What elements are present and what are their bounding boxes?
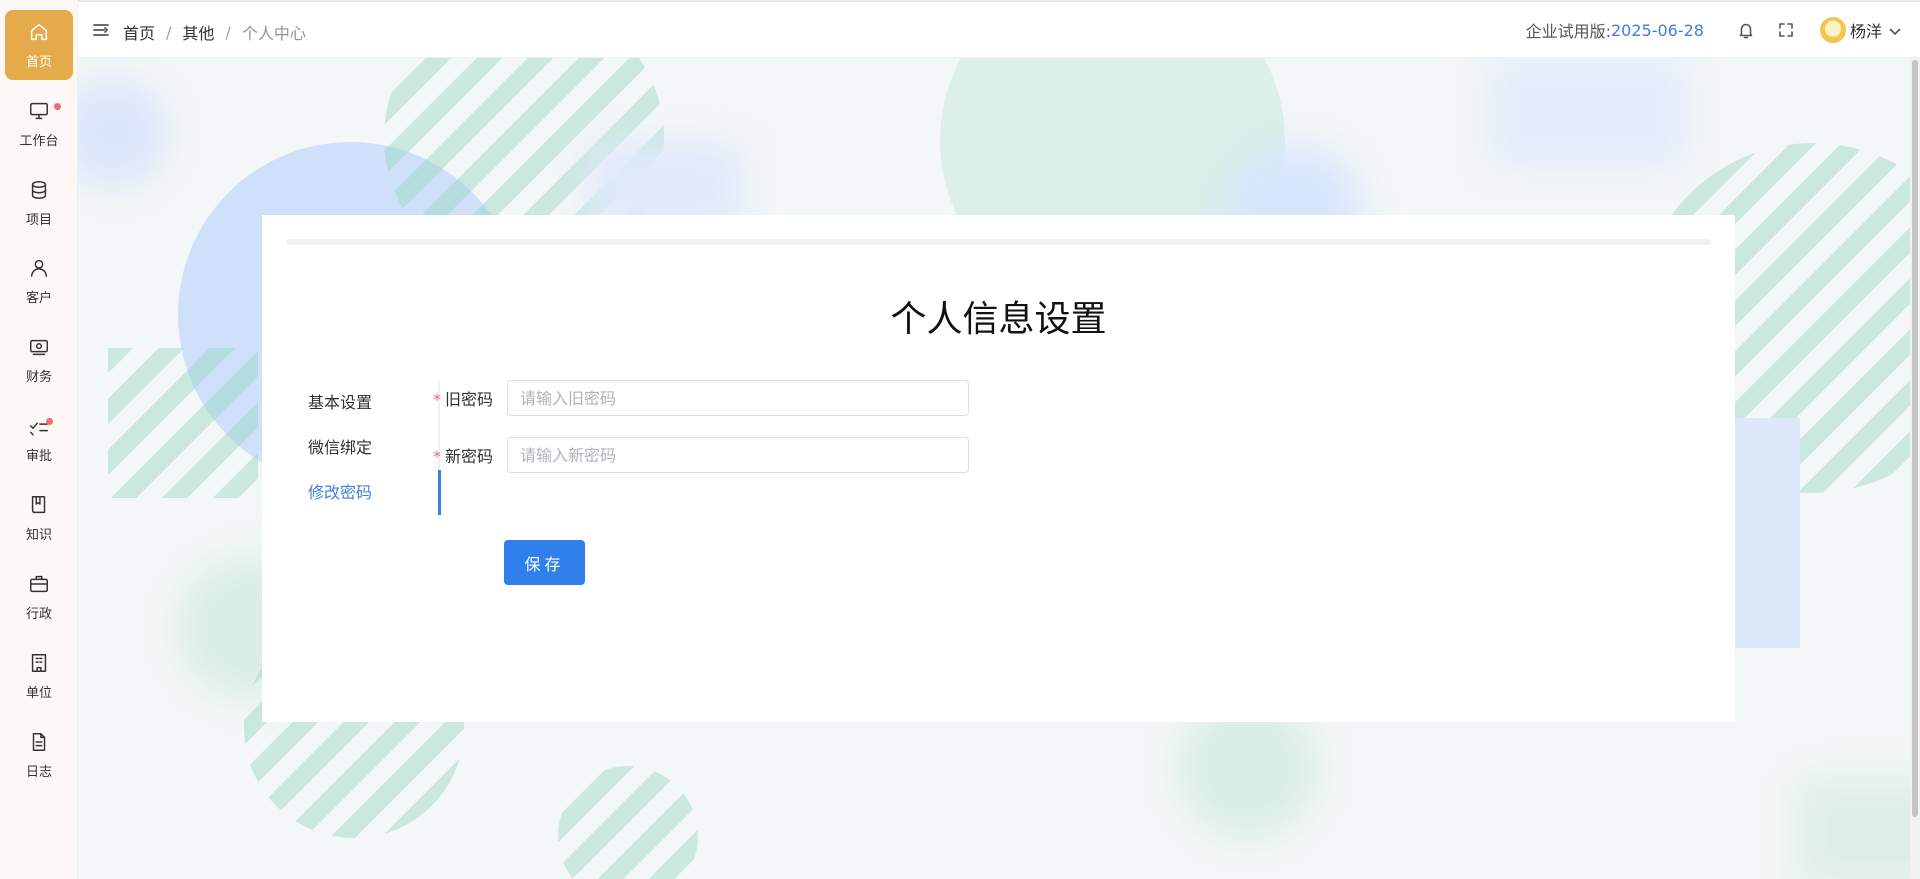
document-icon [28,731,50,757]
scrollbar-thumb[interactable] [1912,60,1918,817]
decor-striped-rect [108,348,258,498]
sidebar-item-label: 项目 [25,212,52,228]
sidebar-item-admin[interactable]: 行政 [5,562,73,632]
breadcrumb-home[interactable]: 首页 [123,20,155,44]
settings-tabs: 基本设置 微信绑定 修改密码 [308,380,441,515]
header-actions: 企业试用版: 2025-06-28 杨洋 [1526,2,1902,58]
breadcrumb-separator: / [166,22,172,42]
old-password-label: * 旧密码 [427,386,493,410]
sidebar: 首页 工作台 项目 客户 财务 审批 知识 行政 单位 日志 [0,0,78,879]
sidebar-item-knowledge[interactable]: 知识 [5,483,73,553]
database-icon [28,179,50,205]
sidebar-item-label: 知识 [25,527,52,543]
breadcrumb: 首页 / 其他 / 个人中心 [123,20,306,44]
sidebar-item-log[interactable]: 日志 [5,720,73,790]
menu-toggle-icon[interactable] [92,21,110,39]
old-password-input[interactable] [507,380,969,416]
decor-rect [1488,58,1688,168]
tab-change-password[interactable]: 修改密码 [308,470,394,515]
decor-striped-circle [558,766,698,879]
notification-badge [54,103,61,110]
breadcrumb-current: 个人中心 [241,24,306,43]
sidebar-item-label: 首页 [25,54,52,70]
sidebar-item-customer[interactable]: 客户 [5,246,73,316]
wallet-icon [28,336,50,362]
old-password-label-text: 旧密码 [444,390,493,409]
new-password-label-text: 新密码 [444,447,493,466]
sidebar-item-label: 单位 [25,685,52,701]
trial-date: 2025-06-28 [1611,20,1704,40]
avatar[interactable] [1819,17,1846,43]
new-password-input[interactable] [507,437,969,473]
new-password-label: * 新密码 [427,443,493,467]
card-top-bar [286,239,1711,245]
sidebar-item-label: 客户 [25,290,52,306]
sidebar-item-label: 审批 [25,448,52,464]
sidebar-item-label: 工作台 [19,133,59,149]
briefcase-icon [28,573,50,599]
top-header: 首页 / 其他 / 个人中心 企业试用版: 2025-06-28 杨洋 [78,0,1920,58]
profile-settings-card: 个人信息设置 基本设置 微信绑定 修改密码 * 旧密码 * 新密码 保存 [262,215,1735,722]
sidebar-item-unit[interactable]: 单位 [5,641,73,711]
sidebar-item-finance[interactable]: 财务 [5,325,73,395]
chevron-down-icon[interactable] [1888,23,1902,37]
tab-wechat-binding[interactable]: 微信绑定 [308,425,394,470]
fullscreen-icon[interactable] [1777,21,1795,39]
old-password-row: * 旧密码 [427,380,969,416]
trial-label: 企业试用版: [1525,22,1611,41]
sidebar-item-label: 日志 [25,764,52,780]
active-tab-indicator [438,470,441,515]
sidebar-item-label: 财务 [25,369,52,385]
required-mark: * [432,390,441,409]
new-password-row: * 新密码 [427,437,969,473]
user-icon [28,257,50,283]
sidebar-item-label: 行政 [25,606,52,622]
save-button[interactable]: 保存 [504,540,585,585]
breadcrumb-separator: / [225,22,231,42]
username[interactable]: 杨洋 [1850,18,1882,42]
decor-rect [1798,778,1920,879]
tab-basic-settings[interactable]: 基本设置 [308,380,394,425]
bell-icon[interactable] [1737,21,1755,39]
decor-circle [78,78,168,188]
book-icon [28,494,50,520]
sidebar-item-approval[interactable]: 审批 [5,404,73,474]
building-icon [28,652,50,678]
page-title: 个人信息设置 [890,299,1107,340]
sidebar-item-workbench[interactable]: 工作台 [5,89,73,159]
home-icon [28,21,50,47]
sidebar-item-project[interactable]: 项目 [5,168,73,238]
page-scrollbar[interactable] [1910,58,1920,879]
monitor-icon [28,100,50,126]
required-mark: * [432,447,441,466]
breadcrumb-other[interactable]: 其他 [182,20,214,44]
notification-badge [46,418,53,425]
sidebar-item-home[interactable]: 首页 [5,10,73,80]
